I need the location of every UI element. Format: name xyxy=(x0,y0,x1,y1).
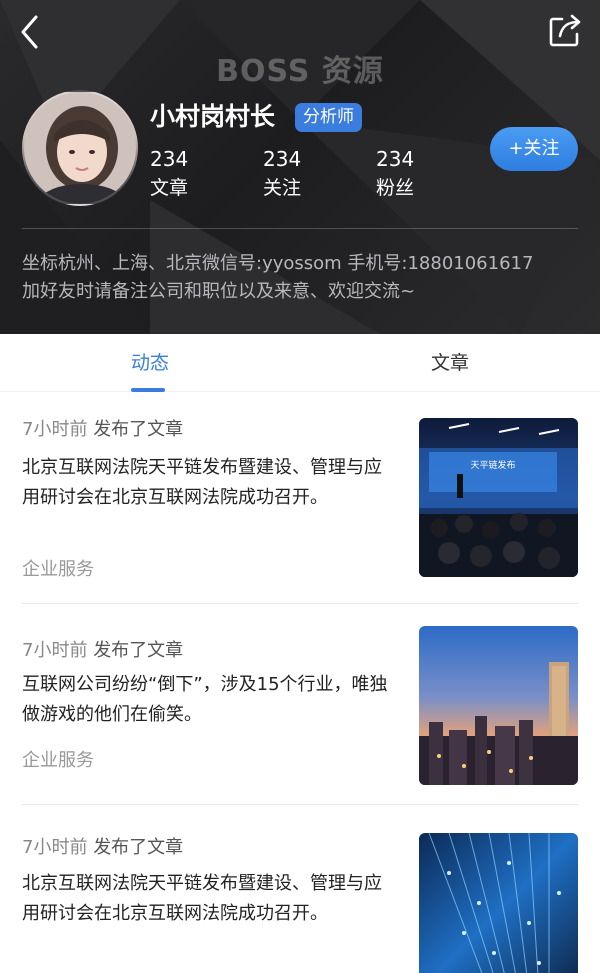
feed-action: 发布了文章 xyxy=(93,837,184,858)
fiber-optic-photo xyxy=(419,833,578,973)
feed-meta: 7小时前 发布了文章 xyxy=(22,833,183,859)
feed-item[interactable]: 7小时前 发布了文章 互联网公司纷纷“倒下”，涉及15个行业，唯独做游戏的他们在… xyxy=(0,604,600,804)
username: 小村岗村长 xyxy=(150,102,276,131)
feed-title: 北京互联网法院天平链发布暨建设、管理与应用研讨会在北京互联网法院成功召开。 xyxy=(22,457,382,508)
stat-value: 234 xyxy=(263,147,302,171)
feed-time: 7小时前 xyxy=(22,640,88,661)
bio-line: 加好友时请备注公司和职位以及来意、欢迎交流~ xyxy=(22,281,416,302)
feed-item[interactable]: 7小时前 发布了文章 北京互联网法院天平链发布暨建设、管理与应用研讨会在北京互联… xyxy=(0,393,600,603)
conference-banner-text: 天平链发布 xyxy=(470,459,515,471)
feed-action: 发布了文章 xyxy=(93,419,184,440)
feed-time: 7小时前 xyxy=(22,419,88,440)
tab-bar: 动态 文章 xyxy=(0,334,600,392)
feed-meta: 7小时前 发布了文章 xyxy=(22,415,183,441)
stat-following[interactable]: 234 关注 xyxy=(263,146,373,202)
feed-thumbnail[interactable] xyxy=(419,626,578,785)
active-tab-indicator xyxy=(131,388,165,392)
feed-title: 北京互联网法院天平链发布暨建设、管理与应用研讨会在北京互联网法院成功召开。 xyxy=(22,873,382,924)
watermark: BOSS 资源 xyxy=(216,54,384,89)
stat-articles[interactable]: 234 文章 xyxy=(150,146,260,202)
city-skyline-photo xyxy=(419,626,578,785)
feed-tag[interactable]: 企业服务 xyxy=(22,746,94,772)
feed-item[interactable]: 7小时前 发布了文章 北京互联网法院天平链发布暨建设、管理与应用研讨会在北京互联… xyxy=(0,805,600,973)
feed-tag[interactable]: 企业服务 xyxy=(22,555,94,581)
stat-value: 234 xyxy=(150,147,189,171)
stat-label: 关注 xyxy=(263,177,302,199)
feed-thumbnail[interactable]: 天平链发布 xyxy=(419,418,578,577)
tab-activity[interactable]: 动态 xyxy=(0,334,300,392)
profile-bio: 坐标杭州、上海、北京微信号:yyossom 手机号:18801061617 加好… xyxy=(22,250,582,306)
stat-label: 文章 xyxy=(150,177,189,199)
avatar-portrait xyxy=(24,92,136,204)
share-button[interactable] xyxy=(546,12,584,50)
stat-label: 粉丝 xyxy=(376,177,415,199)
stat-followers[interactable]: 234 粉丝 xyxy=(376,146,486,202)
avatar[interactable] xyxy=(22,90,138,206)
role-badge: 分析师 xyxy=(295,103,362,132)
chevron-left-icon xyxy=(21,15,38,49)
tab-articles[interactable]: 文章 xyxy=(300,334,600,392)
feed-action: 发布了文章 xyxy=(93,640,184,661)
conference-photo: 天平链发布 xyxy=(419,418,578,577)
feed-time: 7小时前 xyxy=(22,837,88,858)
back-button[interactable] xyxy=(14,10,50,54)
header-divider xyxy=(22,228,578,229)
stat-value: 234 xyxy=(376,147,415,171)
bio-line: 坐标杭州、上海、北京微信号:yyossom 手机号:18801061617 xyxy=(22,253,534,274)
feed-title: 互联网公司纷纷“倒下”，涉及15个行业，唯独做游戏的他们在偷笑。 xyxy=(22,674,388,725)
follow-button[interactable]: +关注 xyxy=(490,127,578,171)
feed-meta: 7小时前 发布了文章 xyxy=(22,636,183,662)
share-icon xyxy=(549,14,581,47)
profile-header: BOSS 资源 小村岗村长 分析师 234 文章 234 关注 234 粉丝 +… xyxy=(0,0,600,334)
feed-thumbnail[interactable] xyxy=(419,833,578,973)
